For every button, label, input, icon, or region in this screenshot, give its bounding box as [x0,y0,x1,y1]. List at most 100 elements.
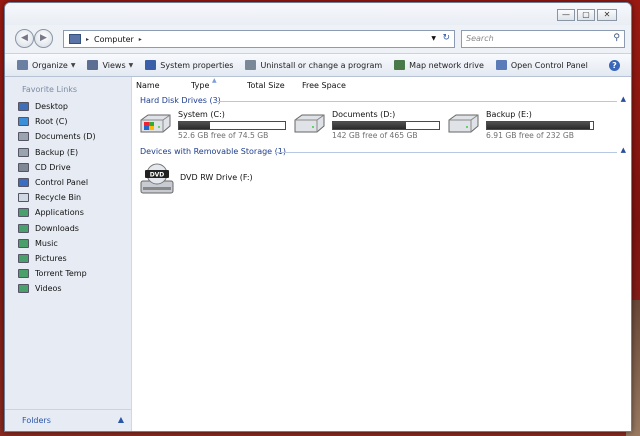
explorer-window: — ▢ ✕ ◀ ▶ ▸ Computer ▸ ▼ ↻ Search ⚲ Orga… [4,2,632,432]
sidebar-item-documents-d[interactable]: Documents (D) [18,129,96,144]
folders-bar[interactable]: Folders ▲ [5,409,131,431]
sidebar-item-label: Downloads [35,223,79,233]
toolbar-organize-button[interactable]: Organize ▼ [17,60,75,70]
refresh-icon[interactable]: ↻ [442,33,450,43]
drive-usage-fill [179,122,210,129]
hard-drive-icon [448,114,479,133]
maximize-button[interactable]: ▢ [577,9,595,21]
sidebar-item-desktop[interactable]: Desktop [18,99,96,114]
search-input[interactable]: Search ⚲ [461,30,625,48]
sidebar-item-backup-e[interactable]: Backup (E) [18,145,96,160]
dvd-drive-item[interactable]: DVD DVD RW Drive (F:) [140,163,280,197]
sidebar-item-videos[interactable]: Videos [18,281,96,296]
drive-item[interactable]: Backup (E:) 6.91 GB free of 232 GB [446,110,596,140]
drive-free-space: 6.91 GB free of 232 GB [486,131,574,140]
column-header-total-size[interactable]: Total Size [247,81,285,90]
sidebar-item-label: Torrent Temp [35,269,87,279]
toolbar-system-properties-button[interactable]: System properties [145,60,233,70]
group-divider [275,152,617,153]
title-bar[interactable]: — ▢ ✕ [5,3,631,25]
hard-drive-icon [294,114,325,133]
sidebar-item-label: Applications [35,208,84,218]
search-placeholder: Search [466,34,494,43]
toolbar-map-network-drive-button[interactable]: Map network drive [394,60,484,70]
group-header-hard-disk-drives[interactable]: Hard Disk Drives (3) [140,96,221,105]
toolbar-uninstall-or-change-a-program-button[interactable]: Uninstall or change a program [245,60,382,70]
sidebar-item-downloads[interactable]: Downloads [18,221,96,236]
organize-icon [17,60,28,70]
drive-item[interactable]: Documents (D:) 142 GB free of 465 GB [292,110,442,140]
drive-usage-fill [333,122,407,129]
drive-c-icon [18,117,29,127]
toolbar-views-button[interactable]: Views ▼ [87,60,133,70]
group-header-removable-storage[interactable]: Devices with Removable Storage (1) [140,147,286,156]
drive-item[interactable]: System (C:) 52.6 GB free of 74.5 GB [138,110,288,140]
folders-expand-icon[interactable]: ▲ [118,415,124,424]
music-icon [18,238,29,248]
views-icon [87,60,99,70]
column-header-name[interactable]: Name [136,81,160,90]
column-header-free-space[interactable]: Free Space [302,81,346,90]
cd-drive-icon [18,162,29,172]
drive-usage-fill [487,122,590,129]
drive-free-space: 142 GB free of 465 GB [332,131,418,140]
dvd-drive-icon: DVD [140,163,174,194]
address-bar[interactable]: ▸ Computer ▸ ▼ ↻ [63,30,455,48]
dvd-logo-text: DVD [150,172,165,179]
caption-buttons: — ▢ ✕ [557,9,617,21]
drive-name: Documents (D:) [332,110,396,119]
back-arrow-icon: ◀ [21,33,28,43]
toolbar-label: Organize [32,60,68,70]
breadcrumb-separator-trailing[interactable]: ▸ [139,36,142,43]
search-icon[interactable]: ⚲ [613,33,620,43]
breadcrumb-separator[interactable]: ▸ [86,36,89,43]
sidebar-item-pictures[interactable]: Pictures [18,251,96,266]
sidebar-item-applications[interactable]: Applications [18,205,96,220]
forward-button[interactable]: ▶ [34,29,53,48]
close-button[interactable]: ✕ [597,9,617,21]
sidebar-item-torrent-temp[interactable]: Torrent Temp [18,266,96,281]
group-collapse-icon[interactable]: ▲ [621,146,626,154]
drive-name: DVD RW Drive (F:) [180,173,253,182]
folders-label[interactable]: Folders [22,416,51,425]
minimize-button[interactable]: — [557,9,575,21]
recycle-bin-icon [18,193,29,203]
dropdown-caret-icon: ▼ [128,61,134,69]
pictures-icon [18,253,29,263]
map-network-drive-icon [394,60,406,70]
help-icon[interactable]: ? [609,60,620,71]
sidebar-item-label: Root (C) [35,117,68,127]
breadcrumb-computer[interactable]: Computer [94,35,134,44]
downloads-icon [18,223,29,233]
sidebar-item-music[interactable]: Music [18,236,96,251]
toolbar-label: System properties [160,60,234,70]
sidebar-item-label: Backup (E) [35,147,79,157]
sidebar-item-label: Documents (D) [35,132,96,142]
toolbar-label: Open Control Panel [510,60,588,70]
forward-arrow-icon: ▶ [40,33,47,43]
sidebar-item-control-panel[interactable]: Control Panel [18,175,96,190]
command-toolbar: Organize ▼ Views ▼ System properties Uninstal… [5,53,631,77]
drive-usage-bar [178,121,286,130]
videos-icon [18,284,29,294]
sidebar-item-label: Control Panel [35,178,89,188]
sidebar-item-label: CD Drive [35,162,71,172]
toolbar-open-control-panel-button[interactable]: Open Control Panel [495,60,588,70]
column-header-type[interactable]: Type [191,81,209,90]
group-collapse-icon[interactable]: ▲ [621,95,626,103]
drive-name: System (C:) [178,110,225,119]
address-dropdown-icon[interactable]: ▼ [431,35,436,42]
navigation-pane: Favorite Links Desktop Root (C) Documents … [5,77,132,431]
toolbar-label: Map network drive [409,60,484,70]
sidebar-item-label: Videos [35,284,62,294]
applications-icon [18,208,29,218]
navigation-bar: ◀ ▶ ▸ Computer ▸ ▼ ↻ Search ⚲ [5,25,631,53]
sidebar-item-recycle-bin[interactable]: Recycle Bin [18,190,96,205]
system-properties-icon [145,60,157,70]
toolbar-label: Views [102,60,126,70]
favorite-links-heading: Favorite Links [22,85,78,94]
sidebar-item-cd-drive[interactable]: CD Drive [18,160,96,175]
back-button[interactable]: ◀ [15,29,34,48]
content-area: Favorite Links Desktop Root (C) Documents … [5,77,631,431]
sidebar-item-root-c[interactable]: Root (C) [18,114,96,129]
